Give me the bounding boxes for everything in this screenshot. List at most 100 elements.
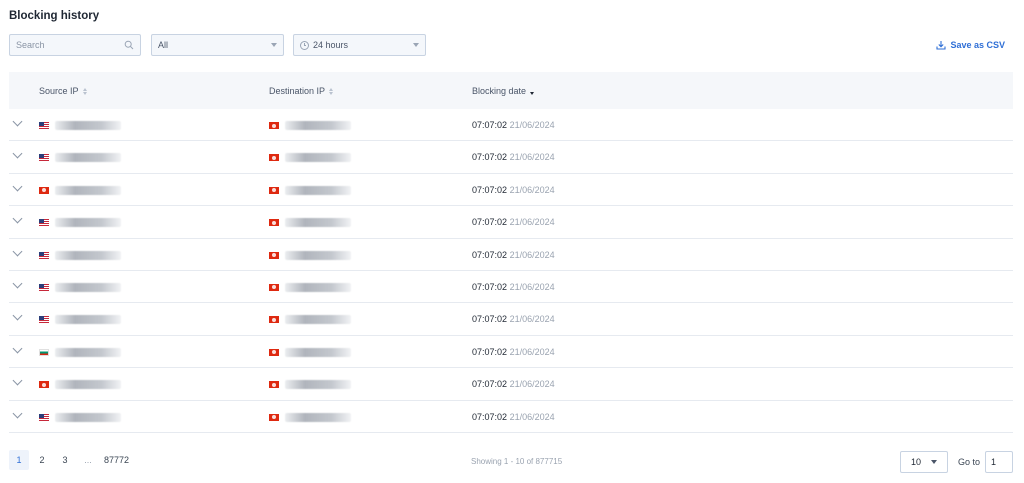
chevron-down-icon[interactable] [12, 343, 23, 354]
table-body: 07:07:02 21/06/2024 07:07:02 21/06/2024 07… [9, 109, 1013, 433]
source-country-flag-icon [39, 283, 49, 291]
per-page-value: 10 [911, 457, 922, 467]
type-select-value: All [158, 40, 169, 50]
search-input[interactable]: Search [9, 34, 141, 56]
blocking-time: 07:07:02 [472, 217, 508, 228]
source-country-flag-icon [39, 251, 49, 259]
destination-country-flag-icon [269, 348, 279, 356]
destination-country-flag-icon [269, 122, 279, 129]
blocking-time: 07:07:02 [472, 411, 508, 422]
chevron-down-icon[interactable] [12, 148, 23, 159]
source-ip-redacted [55, 315, 121, 325]
destination-ip-redacted [285, 315, 351, 325]
goto-label: Go to [958, 457, 981, 467]
destination-ip-redacted [285, 153, 351, 163]
blocking-day: 21/06/2024 [509, 249, 555, 260]
source-country-flag-icon [39, 186, 49, 194]
column-label: Destination IP [269, 86, 326, 96]
download-icon [936, 41, 947, 50]
save-csv-label: Save as CSV [950, 40, 1005, 50]
blocking-time: 07:07:02 [472, 281, 508, 292]
source-ip-redacted [55, 412, 121, 422]
page-button-2[interactable]: 2 [32, 450, 52, 470]
clock-icon [300, 40, 309, 50]
per-page-select[interactable]: 10 [900, 451, 948, 473]
blocking-date-cell: 07:07:02 21/06/2024 [472, 282, 555, 292]
blocking-day: 21/06/2024 [509, 217, 555, 228]
page-button-last[interactable]: 87772 [104, 450, 129, 470]
type-select[interactable]: All [151, 34, 284, 56]
source-country-flag-icon [39, 316, 49, 324]
table-header: Source IP Destination IP Blocking date [9, 72, 1013, 109]
table-row[interactable]: 07:07:02 21/06/2024 [9, 401, 1013, 433]
source-country-flag-icon [39, 219, 49, 227]
source-ip-redacted [55, 250, 121, 260]
blocking-time: 07:07:02 [472, 314, 508, 325]
table-row[interactable]: 07:07:02 21/06/2024 [9, 206, 1013, 239]
source-country-flag-icon [39, 154, 49, 162]
chevron-down-icon[interactable] [12, 213, 23, 224]
destination-ip-redacted [285, 282, 351, 292]
results-summary: Showing 1 - 10 of 877715 [471, 457, 563, 466]
blocking-day: 21/06/2024 [509, 281, 555, 292]
destination-ip-redacted [285, 412, 351, 422]
chevron-down-icon[interactable] [12, 246, 23, 257]
destination-country-flag-icon [269, 219, 279, 227]
source-ip-redacted [55, 121, 121, 130]
table-row[interactable]: 07:07:02 21/06/2024 [9, 141, 1013, 174]
blocking-date-cell: 07:07:02 21/06/2024 [472, 120, 555, 130]
destination-country-flag-icon [269, 154, 279, 162]
chevron-down-icon[interactable] [12, 278, 23, 289]
blocking-day: 21/06/2024 [509, 184, 555, 195]
destination-country-flag-icon [269, 186, 279, 194]
blocking-day: 21/06/2024 [509, 152, 555, 163]
goto-page-input[interactable] [985, 451, 1013, 473]
chevron-down-icon[interactable] [12, 116, 23, 127]
table-row[interactable]: 07:07:02 21/06/2024 [9, 271, 1013, 304]
chevron-down-icon[interactable] [12, 375, 23, 386]
chevron-down-icon[interactable] [12, 310, 23, 321]
save-csv-button[interactable]: Save as CSV [936, 40, 1005, 50]
blocking-date-cell: 07:07:02 21/06/2024 [472, 152, 555, 162]
period-select-value: 24 hours [313, 40, 349, 50]
blocking-date-cell: 07:07:02 21/06/2024 [472, 217, 555, 227]
column-header-source-ip[interactable]: Source IP [39, 86, 87, 96]
source-country-flag-icon [39, 348, 49, 356]
destination-country-flag-icon [269, 251, 279, 259]
blocking-date-cell: 07:07:02 21/06/2024 [472, 379, 555, 389]
table-row[interactable]: 07:07:02 21/06/2024 [9, 336, 1013, 369]
page-button-1[interactable]: 1 [9, 450, 29, 470]
destination-country-flag-icon [269, 413, 279, 421]
blocking-time: 07:07:02 [472, 249, 508, 260]
blocking-day: 21/06/2024 [509, 379, 555, 390]
sort-icon [329, 87, 334, 95]
destination-ip-redacted [285, 218, 351, 228]
search-placeholder: Search [16, 40, 45, 50]
source-ip-redacted [55, 153, 121, 163]
page-button-3[interactable]: 3 [55, 450, 75, 470]
blocking-date-cell: 07:07:02 21/06/2024 [472, 185, 555, 195]
period-select[interactable]: 24 hours [293, 34, 426, 56]
blocking-day: 21/06/2024 [509, 346, 555, 357]
source-country-flag-icon [39, 122, 49, 129]
destination-ip-redacted [285, 250, 351, 260]
destination-country-flag-icon [269, 381, 279, 389]
chevron-down-icon [413, 43, 419, 47]
column-label: Source IP [39, 86, 79, 96]
blocking-time: 07:07:02 [472, 152, 508, 163]
table-row[interactable]: 07:07:02 21/06/2024 [9, 303, 1013, 336]
blocking-time: 07:07:02 [472, 120, 508, 130]
table-row[interactable]: 07:07:02 21/06/2024 [9, 368, 1013, 401]
chevron-down-icon[interactable] [12, 408, 23, 418]
column-header-blocking-date[interactable]: Blocking date [472, 86, 535, 96]
destination-ip-redacted [285, 185, 351, 195]
blocking-time: 07:07:02 [472, 346, 508, 357]
chevron-down-icon [931, 460, 937, 464]
table-row[interactable]: 07:07:02 21/06/2024 [9, 239, 1013, 271]
blocking-date-cell: 07:07:02 21/06/2024 [472, 347, 555, 357]
table-row[interactable]: 07:07:02 21/06/2024 [9, 109, 1013, 142]
table-row[interactable]: 07:07:02 21/06/2024 [9, 174, 1013, 207]
column-header-destination-ip[interactable]: Destination IP [269, 86, 334, 96]
chevron-down-icon[interactable] [12, 181, 23, 192]
blocking-history-table: Source IP Destination IP Blocking date 0… [9, 72, 1013, 433]
